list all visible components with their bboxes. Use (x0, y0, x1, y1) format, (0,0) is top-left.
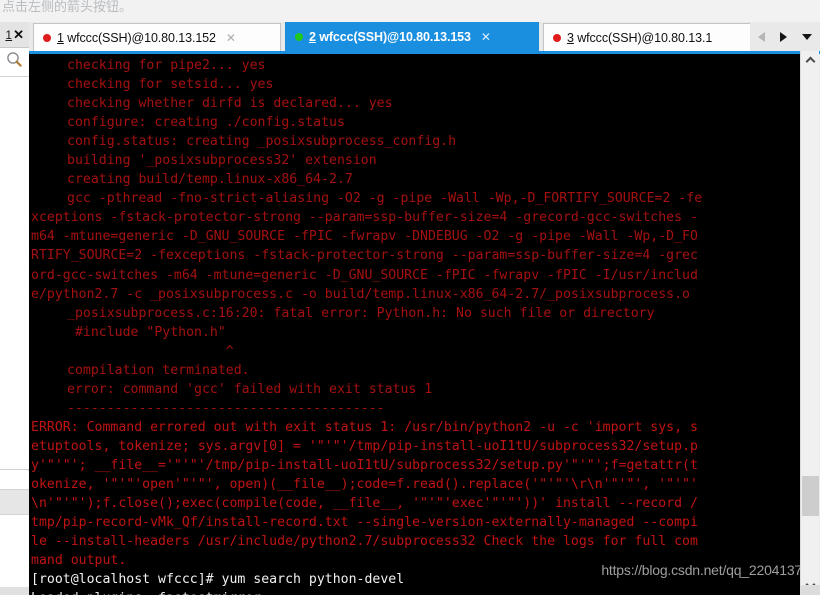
tab-1-close-icon[interactable]: ✕ (226, 32, 236, 44)
terminal-line: compilation terminated. (67, 362, 250, 378)
tab-bar: 1 wfccc(SSH)@10.80.13.152 ✕ 2 wfccc(SSH)… (29, 22, 820, 51)
tab-2-number: 2 (309, 30, 316, 44)
tab-strip: 1 wfccc(SSH)@10.80.13.152 ✕ 2 wfccc(SSH)… (29, 22, 750, 51)
terminal-line: configure: creating ./config.status (67, 115, 345, 131)
chevron-up-icon (805, 56, 815, 67)
tab-scroll-left-button[interactable] (750, 22, 772, 51)
terminal-line: config.status: creating _posixsubprocess… (67, 134, 457, 150)
chevron-left-icon (757, 31, 765, 42)
watermark-text: https://blog.csdn.net/qq_2204137 (601, 562, 802, 578)
terminal-line: _posixsubprocess.c:16:20: fatal error: P… (67, 305, 655, 321)
scroll-up-button[interactable] (801, 51, 819, 69)
terminal-line: xceptions -fstack-protector-strong --par… (31, 210, 698, 226)
terminal-output[interactable]: checking for pipe2... yes checking for se… (29, 54, 801, 595)
tab-nav-controls (750, 22, 820, 51)
terminal-line: checking for pipe2... yes (67, 58, 266, 73)
tab-3-title: wfccc(SSH)@10.80.13.1 (573, 30, 713, 45)
scrollbar-thumb[interactable] (802, 476, 819, 516)
terminal-line: le --install-headers /usr/include/python… (31, 534, 698, 550)
tab-1-label: 1 wfccc(SSH)@10.80.13.152 (57, 31, 216, 45)
terminal-line: error: command 'gcc' failed with exit st… (67, 381, 433, 397)
chevron-right-icon (779, 31, 787, 42)
terminal-line: building '_posixsubprocess32' extension (67, 153, 377, 169)
rail-tab-stub[interactable]: 1 ✕ (0, 22, 29, 48)
terminal-line: ERROR: Command errored out with exit sta… (31, 419, 698, 435)
terminal-line: y'"'"'; __file__='"'"'/tmp/pip-install-u… (31, 457, 698, 473)
rail-tab-stub-number: 1 (5, 27, 13, 42)
hint-text: 点击左侧的箭头按钮。 (2, 0, 133, 15)
tab-list-menu-button[interactable] (794, 22, 820, 51)
terminal-line: checking whether dirfd is declared... ye… (67, 96, 393, 112)
terminal-line: e/python2.7 -c _posixsubprocess.c -o bui… (31, 286, 690, 302)
rail-lower-band[interactable] (0, 489, 29, 515)
terminal-line: \n'"'"');f.close();exec(compile(code, __… (31, 496, 698, 512)
terminal-line: creating build/temp.linux-x86_64-2.7 (67, 172, 353, 188)
terminal-line: etuptools, tokenize; sys.argv[0] = '"'"'… (31, 438, 698, 454)
terminal-line: #include "Python.h" (67, 324, 226, 340)
tab-3-label: 3 wfccc(SSH)@10.80.13.1 (567, 31, 712, 45)
terminal-line: m64 -mtune=generic -D_GNU_SOURCE -fPIC -… (31, 229, 698, 245)
tab-scroll-right-button[interactable] (772, 22, 794, 51)
scrollbar-bottom-pad (801, 585, 820, 595)
magnifier-icon (6, 51, 23, 73)
rail-lower-panel (0, 471, 29, 595)
vertical-scrollbar[interactable] (800, 51, 820, 595)
close-icon[interactable]: ✕ (13, 28, 24, 41)
terminal-line: tmp/pip-record-vMk_Qf/install-record.txt… (31, 515, 698, 531)
tab-status-dot-green (295, 33, 303, 41)
tab-2-close-icon[interactable]: ✕ (481, 31, 491, 43)
search-button[interactable] (0, 48, 29, 77)
terminal-line: ^ (67, 343, 234, 359)
left-rail: 1 ✕ (0, 22, 29, 595)
terminal-line: gcc -pthread -fno-strict-aliasing -O2 -g… (67, 191, 703, 207)
terminal-line: Loaded plugins: fastestmirror (29, 589, 801, 595)
tab-status-dot-red (553, 33, 561, 42)
terminal-line: okenize, '"'"'open'"'"', open)(__file__)… (31, 477, 698, 493)
terminal-line: ---------------------------------------- (67, 400, 385, 416)
tab-1-number: 1 (57, 30, 64, 45)
rail-session-list[interactable] (0, 77, 29, 470)
tab-1[interactable]: 1 wfccc(SSH)@10.80.13.152 ✕ (33, 23, 281, 51)
tab-1-title: wfccc(SSH)@10.80.13.152 (63, 30, 216, 45)
hint-strip: 点击左侧的箭头按钮。 (0, 0, 820, 22)
tab-status-dot-red (43, 33, 51, 42)
chevron-down-icon (802, 33, 812, 40)
tab-2[interactable]: 2 wfccc(SSH)@10.80.13.153 ✕ (285, 22, 539, 51)
ssh-client-window: 点击左侧的箭头按钮。 1 ✕ 1 wfccc(SSH)@10.80.13.152 (0, 0, 820, 595)
tab-2-title: wfccc(SSH)@10.80.13.153 (315, 30, 471, 44)
tab-2-label: 2 wfccc(SSH)@10.80.13.153 (309, 30, 471, 44)
tab-3-number: 3 (567, 30, 574, 45)
terminal-line: ord-gcc-switches -m64 -mtune=generic -D_… (31, 267, 698, 283)
terminal-line: checking for setsid... yes (67, 77, 274, 93)
tab-3[interactable]: 3 wfccc(SSH)@10.80.13.1 (543, 23, 750, 51)
terminal-line: RTIFY_SOURCE=2 -fexceptions -fstack-prot… (31, 248, 698, 264)
corner-filler (0, 587, 29, 595)
